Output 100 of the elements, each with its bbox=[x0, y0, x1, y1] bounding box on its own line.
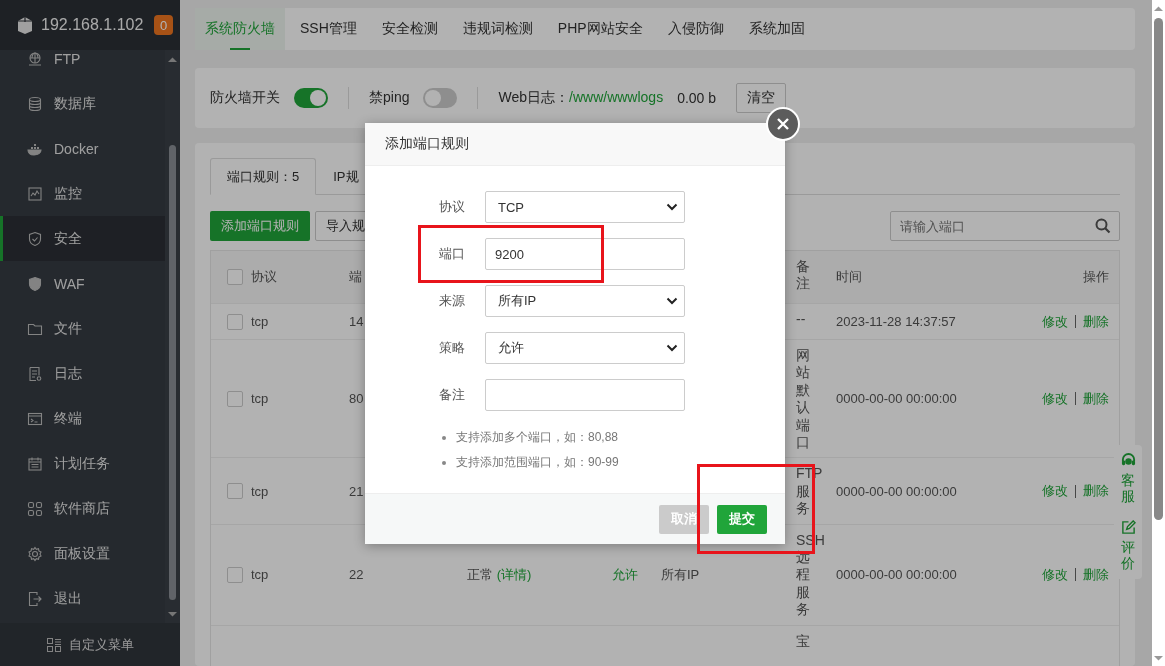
exit-icon bbox=[27, 590, 43, 607]
database-icon bbox=[27, 95, 43, 112]
close-icon bbox=[776, 117, 790, 131]
edit-link[interactable]: 修改 bbox=[1042, 482, 1068, 501]
tab[interactable]: 系统加固 bbox=[738, 8, 815, 50]
sidebar-item[interactable]: FTP bbox=[0, 50, 165, 81]
hint-text: 支持添加范围端口，如：90-99 bbox=[456, 454, 619, 471]
toggle-switch[interactable] bbox=[294, 88, 328, 108]
column-header: 操作 bbox=[1083, 268, 1109, 286]
table-cell: 80 bbox=[349, 391, 364, 407]
delete-link[interactable]: 删除 bbox=[1083, 565, 1109, 584]
clear-button[interactable]: 清空 bbox=[736, 83, 787, 113]
delete-link[interactable]: 删除 bbox=[1083, 312, 1109, 331]
sidebar-item[interactable]: 日志 bbox=[0, 351, 165, 396]
log-size: 0.00 b bbox=[677, 90, 717, 106]
tab[interactable]: 入侵防御 bbox=[657, 8, 734, 50]
search-field[interactable]: 请输入端口 bbox=[890, 211, 1120, 241]
table-cell: 2023-11-28 14:37:57 bbox=[836, 314, 956, 329]
submit-button[interactable]: 提交 bbox=[717, 504, 767, 534]
side-panel-label[interactable]: 客服 bbox=[1121, 472, 1135, 505]
input-field[interactable]: 9200 bbox=[485, 238, 685, 270]
bullet-icon bbox=[442, 460, 446, 465]
globe-icon bbox=[27, 50, 43, 67]
sidebar-item[interactable]: 安全 bbox=[0, 216, 165, 261]
scroll-down-icon[interactable] bbox=[168, 611, 177, 617]
checkbox[interactable] bbox=[227, 390, 243, 407]
sidebar-item[interactable]: 监控 bbox=[0, 171, 165, 216]
dialog-title: 添加端口规则 bbox=[385, 135, 469, 153]
chevron-icon bbox=[666, 297, 678, 305]
terminal-icon bbox=[27, 410, 43, 427]
sidebar-item[interactable]: 数据库 bbox=[0, 81, 165, 126]
column-header: 协议 bbox=[251, 268, 277, 286]
table-cell: 0000-00-00 00:00:00 bbox=[836, 567, 957, 583]
headset-icon bbox=[1120, 453, 1136, 468]
edit-link[interactable]: 修改 bbox=[1042, 565, 1068, 584]
chevron-icon bbox=[666, 203, 678, 211]
field-label: 协议 bbox=[438, 198, 465, 216]
add-rule-button[interactable]: 添加端口规则 bbox=[210, 211, 310, 241]
shield-icon bbox=[27, 275, 43, 292]
switch-label: 禁ping bbox=[369, 89, 410, 107]
select-field[interactable]: TCP bbox=[485, 191, 685, 223]
table-cell: 0000-00-00 00:00:00 bbox=[836, 483, 957, 499]
delete-link[interactable]: 删除 bbox=[1083, 482, 1109, 501]
table-cell: 所有IP bbox=[661, 565, 700, 584]
bullet-icon bbox=[442, 435, 446, 440]
sidebar-item[interactable]: 文件 bbox=[0, 306, 165, 351]
tab[interactable]: 违规词检测 bbox=[452, 8, 543, 50]
scroll-up-icon[interactable] bbox=[168, 57, 177, 63]
toggle-switch[interactable] bbox=[423, 88, 458, 108]
tab[interactable]: PHP网站安全 bbox=[547, 8, 653, 50]
side-panel-label[interactable]: 评价 bbox=[1121, 539, 1135, 572]
table-cell: tcp bbox=[251, 483, 269, 499]
sidebar-item[interactable]: WAF bbox=[0, 261, 165, 306]
scroll-down-icon[interactable] bbox=[1154, 655, 1163, 661]
table-cell: 网站默认端口 bbox=[796, 347, 810, 452]
checkbox[interactable] bbox=[227, 313, 243, 330]
customize-menu-button[interactable]: 自定义菜单 bbox=[0, 623, 180, 666]
select-field[interactable]: 允许 bbox=[485, 332, 685, 364]
calendar-icon bbox=[27, 455, 43, 472]
delete-link[interactable]: 删除 bbox=[1083, 389, 1109, 408]
scroll-up-icon[interactable] bbox=[1154, 6, 1163, 12]
edit-icon bbox=[1120, 520, 1136, 536]
checkbox[interactable] bbox=[227, 483, 243, 500]
sidebar-item[interactable]: 面板设置 bbox=[0, 531, 165, 576]
grid-icon bbox=[46, 637, 61, 652]
sidebar-item[interactable]: Docker bbox=[0, 126, 165, 171]
log-label: Web日志：/www/wwwlogs bbox=[498, 89, 664, 107]
sidebar-item[interactable]: 终端 bbox=[0, 396, 165, 441]
chart-icon bbox=[27, 185, 43, 202]
table-cell: 21 bbox=[349, 483, 364, 499]
grid-icon bbox=[27, 500, 43, 517]
checkbox[interactable] bbox=[227, 269, 243, 285]
tab[interactable]: 安全检测 bbox=[371, 8, 448, 50]
hint-text: 支持添加多个端口，如：80,88 bbox=[456, 429, 619, 446]
table-cell: 0000-00-00 00:00:00 bbox=[836, 391, 957, 407]
table-cell: tcp bbox=[251, 391, 269, 407]
switch-label: 防火墙开关 bbox=[210, 89, 280, 107]
field-label: 端口 bbox=[438, 245, 465, 263]
input-field[interactable] bbox=[485, 379, 685, 411]
shield-icon bbox=[27, 230, 43, 247]
detail-link[interactable]: (详情) bbox=[496, 566, 532, 582]
chevron-icon bbox=[666, 344, 678, 352]
tab[interactable]: SSH管理 bbox=[290, 8, 367, 50]
select-field[interactable]: 所有IP bbox=[485, 285, 685, 317]
search-icon[interactable] bbox=[1095, 218, 1111, 234]
host-address: 192.168.1.102 bbox=[41, 16, 145, 34]
document-icon bbox=[27, 365, 43, 382]
sidebar-item[interactable]: 退出 bbox=[0, 576, 165, 621]
column-header: 端 bbox=[349, 268, 362, 286]
table-cell: 14 bbox=[349, 314, 364, 329]
sidebar-item[interactable]: 软件商店 bbox=[0, 486, 165, 531]
policy-text: 允许 bbox=[612, 565, 638, 584]
edit-link[interactable]: 修改 bbox=[1042, 389, 1068, 408]
field-label: 来源 bbox=[438, 292, 465, 310]
edit-link[interactable]: 修改 bbox=[1042, 312, 1068, 331]
tab[interactable]: 端口规则：5 bbox=[210, 158, 317, 195]
sidebar-item[interactable]: 计划任务 bbox=[0, 441, 165, 486]
table-cell: 22 bbox=[349, 567, 364, 583]
checkbox[interactable] bbox=[227, 566, 243, 583]
table-cell: tcp bbox=[251, 314, 269, 329]
